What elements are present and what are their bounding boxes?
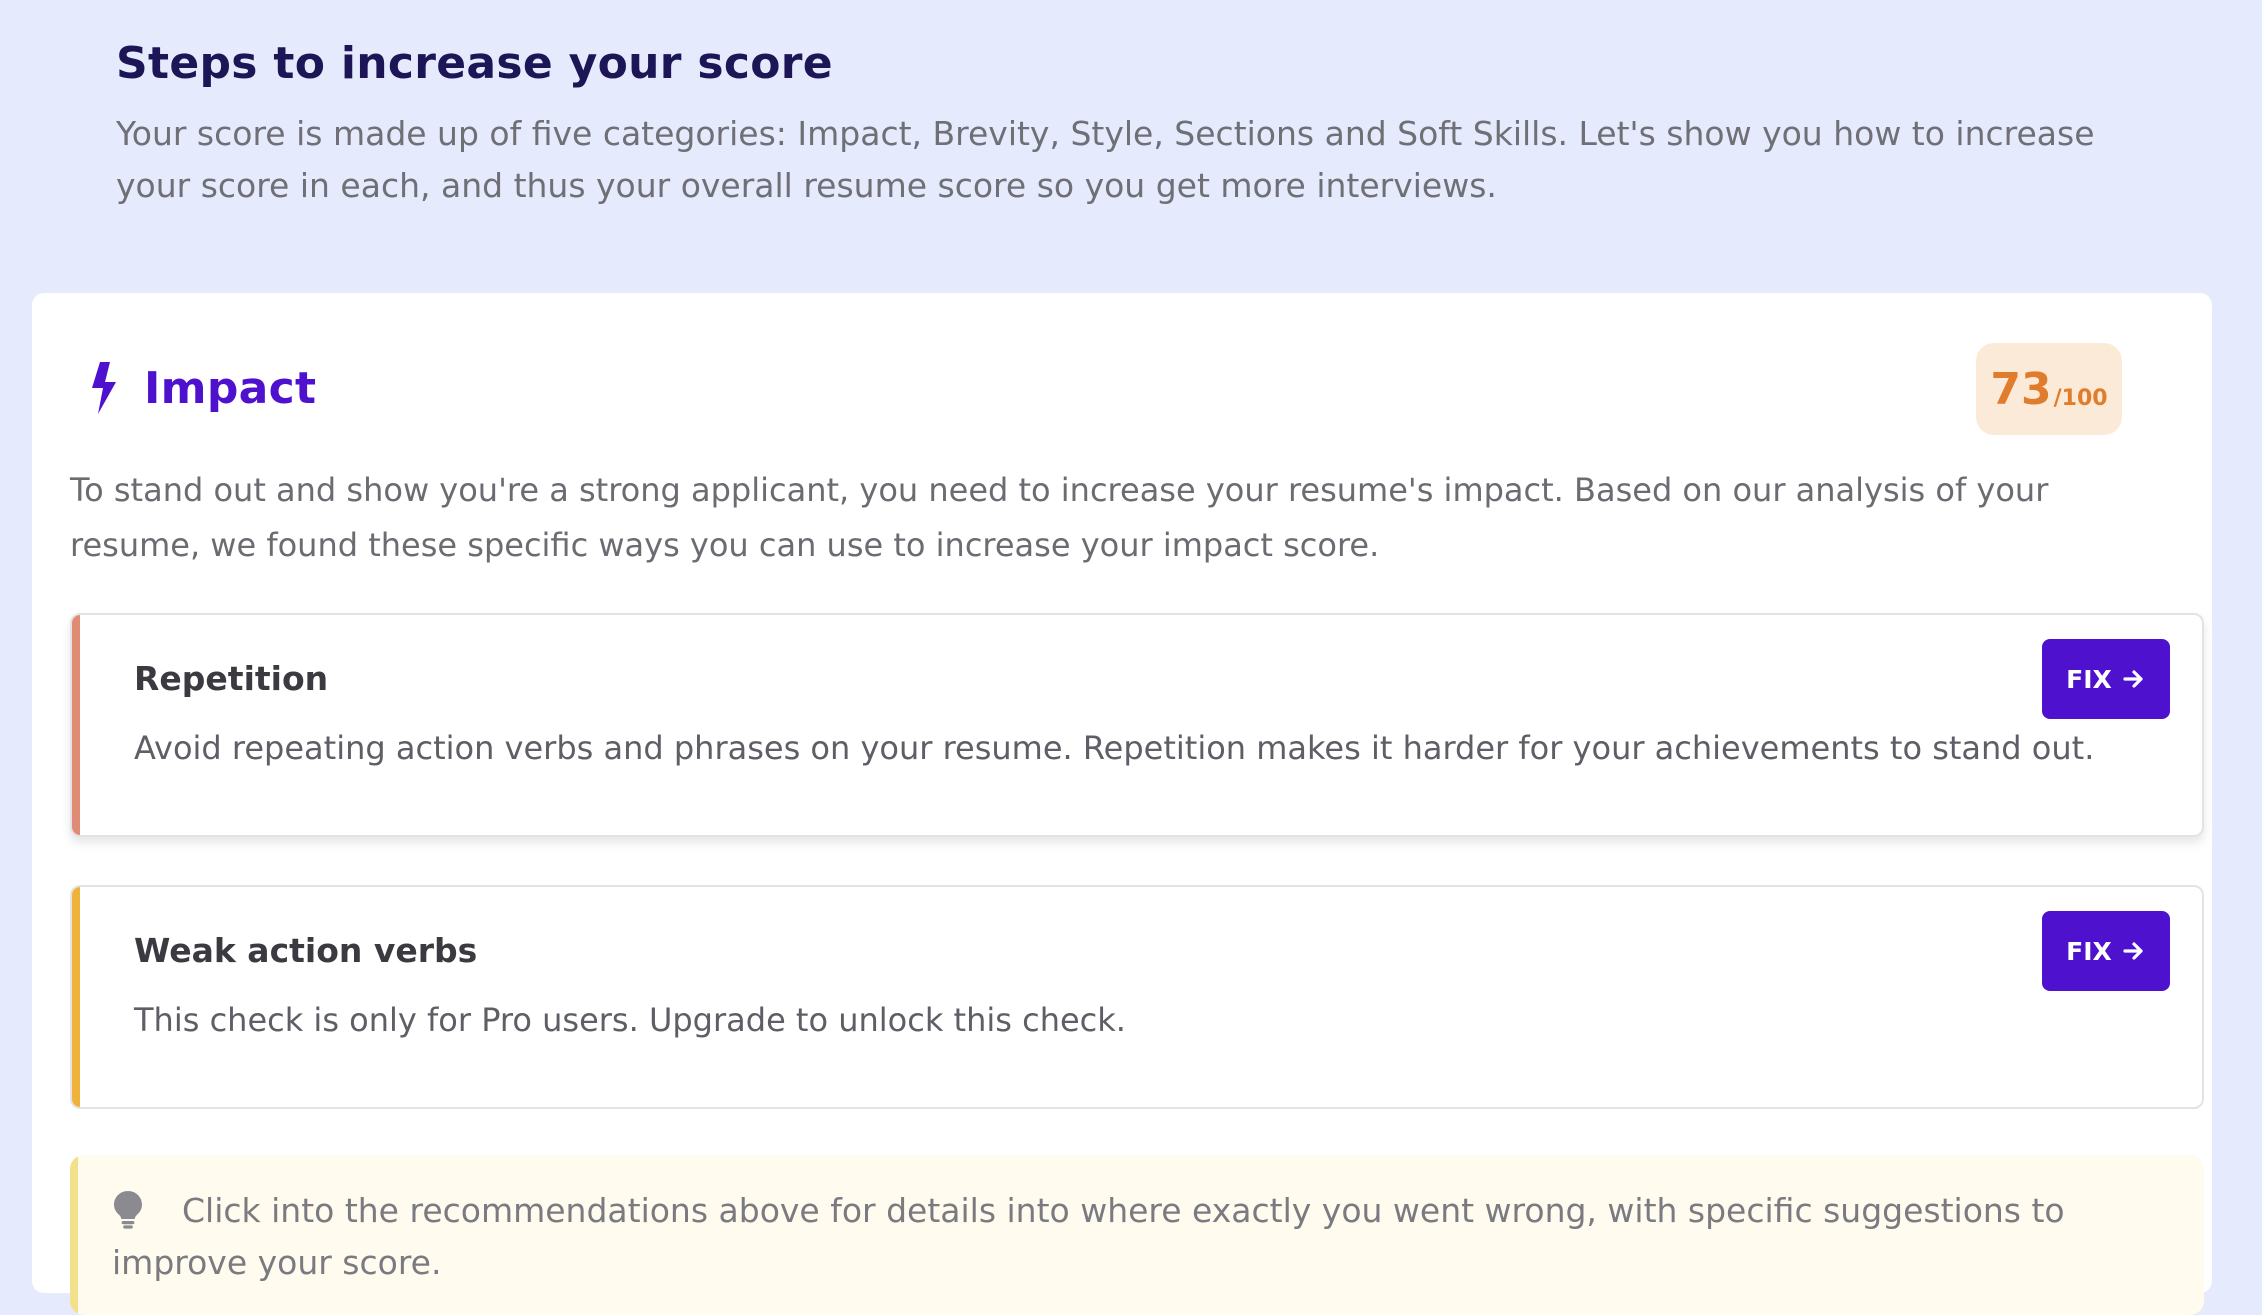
category-description: To stand out and show you're a strong ap… — [70, 471, 2049, 564]
impact-category-card: Impact 73 /100 To stand out and show you… — [32, 293, 2212, 1315]
category-header: Impact — [84, 353, 316, 423]
score-value: 73 — [1990, 363, 2052, 415]
score-badge: 73 /100 — [1976, 343, 2122, 435]
check-repetition[interactable]: Repetition Avoid repeating action verbs … — [70, 613, 2204, 837]
check-weak-action-verbs[interactable]: Weak action verbs This check is only for… — [70, 885, 2204, 1109]
arrow-right-icon — [2123, 942, 2143, 960]
check-description: Avoid repeating action verbs and phrases… — [134, 729, 2095, 767]
fix-button-label: FIX — [2066, 936, 2112, 966]
check-title: Repetition — [134, 659, 329, 698]
category-title: Impact — [144, 362, 317, 414]
check-description: This check is only for Pro users. Upgrad… — [134, 1001, 1126, 1039]
check-title: Weak action verbs — [134, 931, 478, 970]
score-max: /100 — [2053, 385, 2108, 411]
tip-banner: Click into the recommendations above for… — [70, 1155, 2204, 1315]
lightning-bolt-icon — [92, 362, 116, 414]
tip-text: Click into the recommendations above for… — [112, 1191, 2065, 1282]
intro-title: Steps to increase your score — [116, 38, 833, 89]
fix-repetition-button[interactable]: FIX — [2042, 639, 2170, 719]
fix-button-label: FIX — [2066, 664, 2112, 694]
fix-weak-verbs-button[interactable]: FIX — [2042, 911, 2170, 991]
intro-description: Your score is made up of five categories… — [116, 114, 2095, 205]
arrow-right-icon — [2123, 670, 2143, 688]
intro-section: Steps to increase your score Your score … — [116, 32, 2156, 212]
